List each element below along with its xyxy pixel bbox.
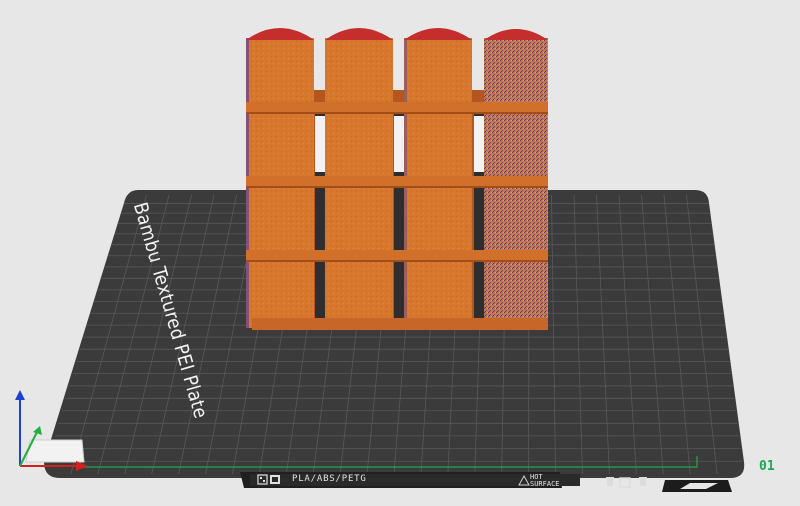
filament-types-label: PLA/ABS/PETG [292,474,367,484]
3d-viewport[interactable] [0,0,800,506]
model-bar-shadow [246,186,548,188]
model-bar-shadow [246,112,548,114]
plate-options-icon [606,477,647,488]
model-column-top [325,28,393,40]
model-bar-shadow [246,260,548,262]
model-gap-light [315,116,325,172]
model-base [252,318,548,330]
model-gap-light [394,116,404,172]
plate-index-label[interactable]: 01 [759,459,775,474]
model-gap-light [474,116,484,172]
model-column-top [484,29,548,40]
model-column-top [404,28,472,40]
3d-model[interactable] [246,28,548,330]
surface-warning-label: SURFACE [530,480,560,488]
model-column-top [246,28,314,40]
